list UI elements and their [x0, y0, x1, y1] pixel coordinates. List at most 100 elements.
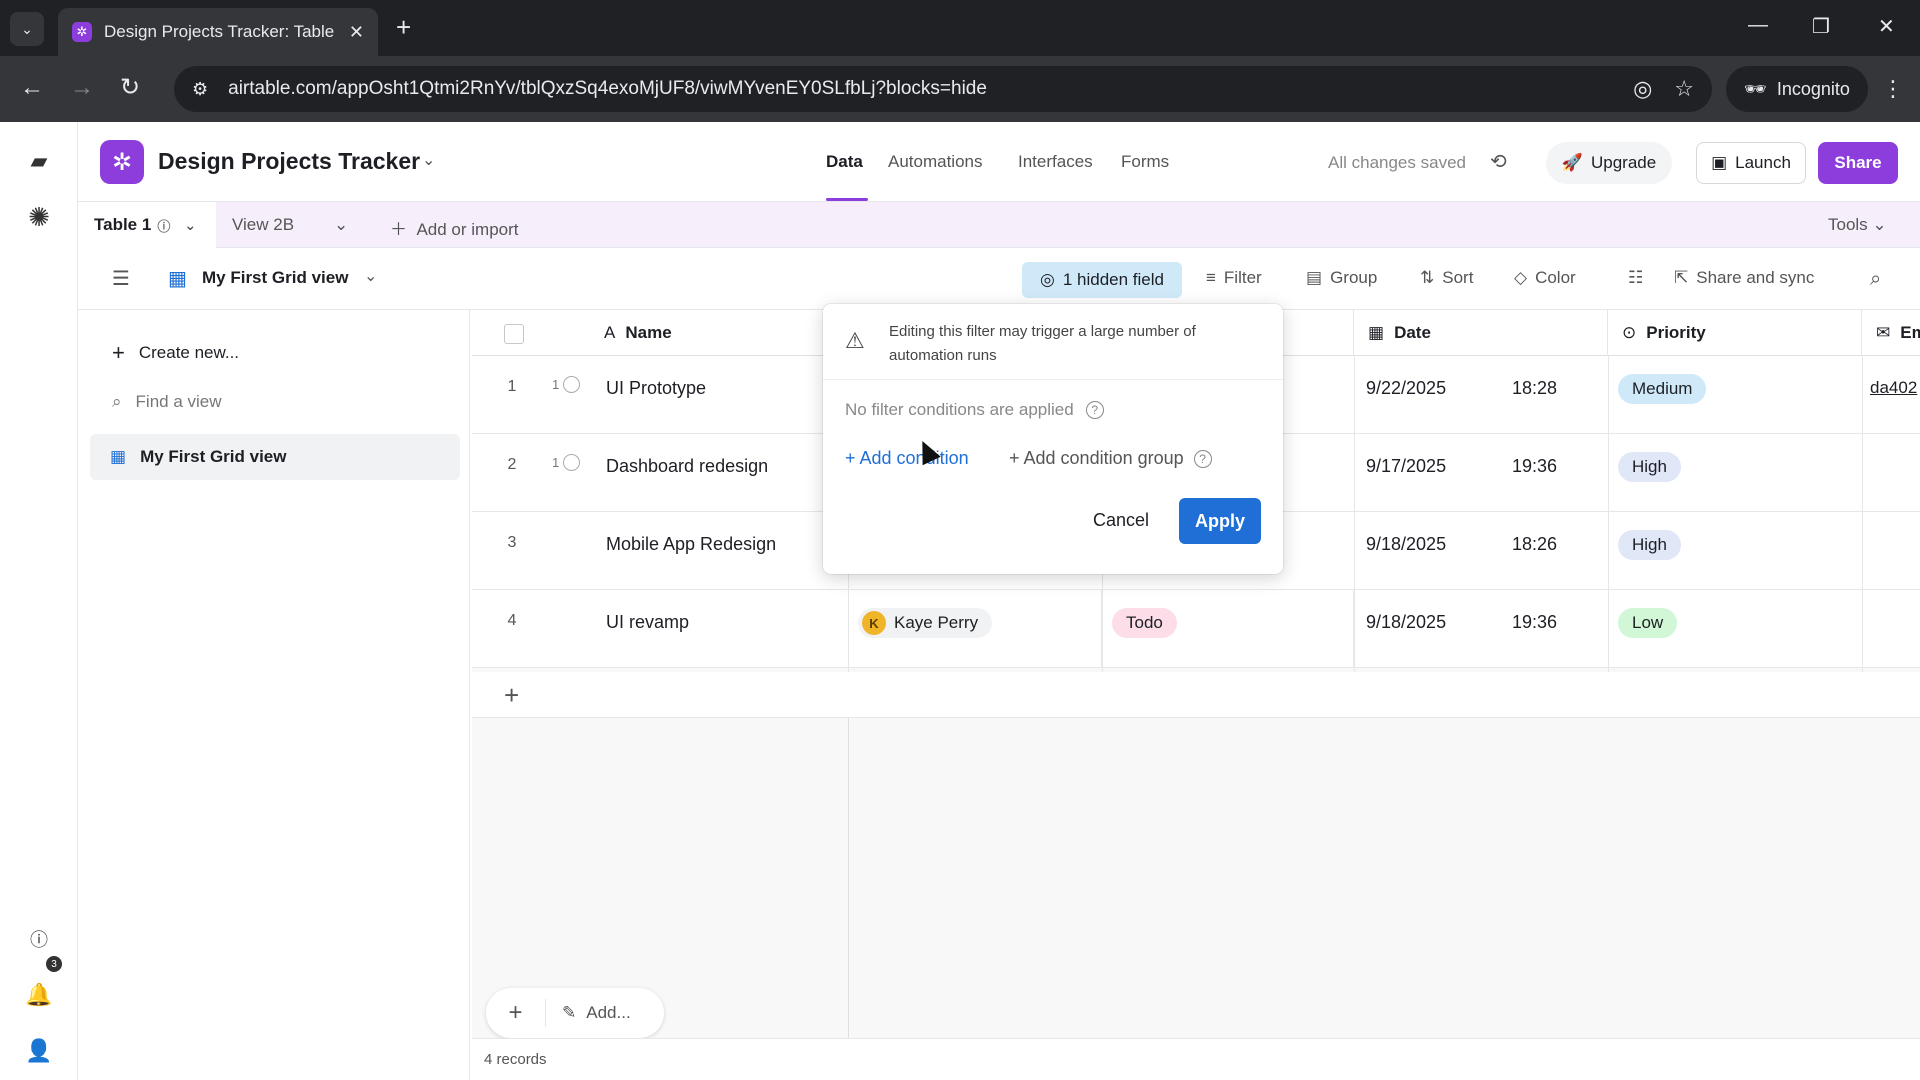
- create-new-button[interactable]: + Create new...: [112, 340, 239, 366]
- chevron-down-icon[interactable]: ⌄: [334, 215, 348, 235]
- user-avatar[interactable]: 👤: [22, 1034, 56, 1068]
- column-header-priority[interactable]: ⊙ Priority: [1608, 310, 1862, 356]
- eye-off-icon[interactable]: ◎: [1633, 76, 1652, 102]
- cell-date[interactable]: 9/22/2025: [1366, 378, 1446, 399]
- nav-forms[interactable]: Forms: [1121, 152, 1169, 172]
- add-condition-button[interactable]: + Add condition: [845, 448, 969, 469]
- magic-wand-icon: ✎: [562, 1003, 577, 1022]
- browser-tab-bar: ⌄ ✲ Design Projects Tracker: Table 1 ✕ +…: [0, 0, 1920, 56]
- add-row-bar[interactable]: +: [472, 672, 1920, 718]
- notifications-bell-icon[interactable]: 🔔: [22, 978, 56, 1012]
- column-label: Em: [1900, 323, 1920, 342]
- column-header-name[interactable]: A Name: [592, 310, 848, 356]
- cancel-button[interactable]: Cancel: [1093, 510, 1149, 531]
- group-button[interactable]: ▤ Group: [1306, 268, 1377, 288]
- address-bar[interactable]: ⚙ airtable.com/appOsht1Qtmi2RnYv/tblQxzS…: [174, 66, 1712, 112]
- cell-time[interactable]: 18:26: [1512, 534, 1557, 555]
- cell-name[interactable]: Mobile App Redesign: [606, 534, 776, 555]
- browser-tab[interactable]: ✲ Design Projects Tracker: Table 1 ✕: [58, 8, 378, 56]
- share-sync-label: Share and sync: [1696, 268, 1815, 287]
- bookmark-star-icon[interactable]: ☆: [1674, 76, 1694, 102]
- restore-icon[interactable]: ❐: [1812, 14, 1830, 39]
- hamburger-icon[interactable]: ☰: [112, 266, 130, 291]
- row-height-icon[interactable]: ☷: [1628, 268, 1643, 288]
- add-row-icon[interactable]: +: [504, 680, 519, 711]
- base-icon[interactable]: ✲: [100, 140, 144, 184]
- view-toolbar: ☰ ▦ My First Grid view ⌄ ◎ 1 hidden fiel…: [78, 248, 1920, 310]
- color-button[interactable]: ◇ Color: [1514, 268, 1576, 288]
- help-icon[interactable]: ⓘ: [22, 922, 56, 956]
- add-with-ai-button[interactable]: ✎ Add...: [546, 1003, 631, 1023]
- cell-date[interactable]: 9/18/2025: [1366, 612, 1446, 633]
- chevron-down-icon[interactable]: ⌄: [184, 217, 196, 234]
- add-record-button[interactable]: +: [486, 999, 546, 1027]
- incognito-indicator[interactable]: 🕶 Incognito: [1726, 66, 1868, 112]
- site-settings-icon[interactable]: ⚙: [192, 79, 208, 100]
- tab-table-1[interactable]: Table 1 ⓘ ⌄: [78, 202, 216, 248]
- back-icon[interactable]: ←: [20, 76, 44, 100]
- browser-menu-icon[interactable]: ⋮: [1882, 76, 1904, 102]
- launch-button[interactable]: ▣ Launch: [1696, 142, 1806, 184]
- new-tab-button[interactable]: +: [396, 14, 411, 40]
- cell-name[interactable]: UI revamp: [606, 612, 689, 633]
- search-icon[interactable]: ⌕: [1870, 268, 1881, 291]
- priority-pill[interactable]: Medium: [1618, 374, 1707, 404]
- forward-icon[interactable]: →: [70, 76, 94, 100]
- cell-time[interactable]: 18:28: [1512, 378, 1557, 399]
- minimize-icon[interactable]: —: [1748, 14, 1768, 37]
- table-row[interactable]: 4 UI revamp K Kaye Perry Todo 9/18/2025 …: [472, 590, 1920, 668]
- priority-pill[interactable]: High: [1618, 530, 1681, 560]
- nav-data[interactable]: Data: [826, 152, 863, 172]
- tab-search-dropdown[interactable]: ⌄: [10, 12, 44, 46]
- help-icon[interactable]: ?: [1193, 449, 1212, 468]
- cell-email[interactable]: da402: [1870, 378, 1917, 398]
- cell-date[interactable]: 9/17/2025: [1366, 456, 1446, 477]
- info-icon[interactable]: ⓘ: [157, 216, 170, 235]
- sort-button[interactable]: ⇅ Sort: [1420, 268, 1473, 288]
- share-button[interactable]: Share: [1818, 142, 1898, 184]
- chevron-down-icon[interactable]: ⌄: [364, 266, 377, 286]
- close-tab-icon[interactable]: ✕: [349, 22, 364, 43]
- tools-menu[interactable]: Tools ⌄: [1828, 215, 1887, 235]
- chevron-down-icon[interactable]: ⌄: [422, 150, 435, 170]
- cell-date[interactable]: 9/18/2025: [1366, 534, 1446, 555]
- cell-name[interactable]: Dashboard redesign: [606, 456, 768, 477]
- filter-button[interactable]: ≡ Filter: [1206, 268, 1262, 288]
- reload-icon[interactable]: ↻: [120, 76, 140, 100]
- cell-status[interactable]: Todo: [1102, 590, 1354, 668]
- share-sync-button[interactable]: ⇱ Share and sync: [1674, 268, 1814, 288]
- add-condition-group-button[interactable]: + Add condition group ?: [1009, 448, 1212, 469]
- cell-assignee[interactable]: K Kaye Perry: [848, 590, 1102, 668]
- close-window-icon[interactable]: ✕: [1878, 14, 1895, 39]
- nav-automations[interactable]: Automations: [888, 152, 983, 172]
- priority-pill[interactable]: Low: [1618, 608, 1678, 638]
- airtable-home-icon[interactable]: ▰: [22, 144, 56, 178]
- cell-time[interactable]: 19:36: [1512, 456, 1557, 477]
- history-icon[interactable]: ⟲: [1490, 149, 1507, 174]
- priority-pill[interactable]: High: [1618, 452, 1681, 482]
- column-header-email[interactable]: ✉ Em: [1862, 310, 1920, 356]
- sort-icon: ⇅: [1420, 268, 1435, 287]
- view-name[interactable]: My First Grid view: [202, 268, 348, 288]
- nav-interfaces[interactable]: Interfaces: [1018, 152, 1093, 172]
- assignee-chip[interactable]: K Kaye Perry: [858, 608, 993, 638]
- tab-view-2b[interactable]: View 2B: [232, 215, 294, 235]
- bottom-add-bar: + ✎ Add...: [486, 988, 664, 1038]
- hidden-field-button[interactable]: ◎ 1 hidden field: [1022, 262, 1182, 298]
- help-icon[interactable]: ?: [1085, 401, 1104, 419]
- url-text[interactable]: airtable.com/appOsht1Qtmi2RnYv/tblQxzSq4…: [228, 78, 1611, 100]
- status-pill[interactable]: Todo: [1112, 608, 1177, 638]
- sidebar-item-grid-view[interactable]: ▦ My First Grid view: [90, 434, 460, 480]
- base-name[interactable]: Design Projects Tracker: [158, 148, 420, 175]
- select-all-checkbox[interactable]: [504, 324, 524, 344]
- cell-name[interactable]: UI Prototype: [606, 378, 706, 399]
- upgrade-button[interactable]: 🚀 Upgrade: [1546, 142, 1672, 184]
- apply-button[interactable]: Apply: [1179, 498, 1261, 544]
- find-view-input[interactable]: ⌕ Find a view: [112, 392, 222, 412]
- comment-count[interactable]: 1: [552, 376, 581, 393]
- cell-time[interactable]: 19:36: [1512, 612, 1557, 633]
- add-import-button[interactable]: ＋ Add or import: [390, 215, 519, 240]
- column-header-date[interactable]: ▦ Date: [1354, 310, 1608, 356]
- comment-count[interactable]: 1: [552, 454, 581, 471]
- filter-icon: ≡: [1206, 268, 1216, 287]
